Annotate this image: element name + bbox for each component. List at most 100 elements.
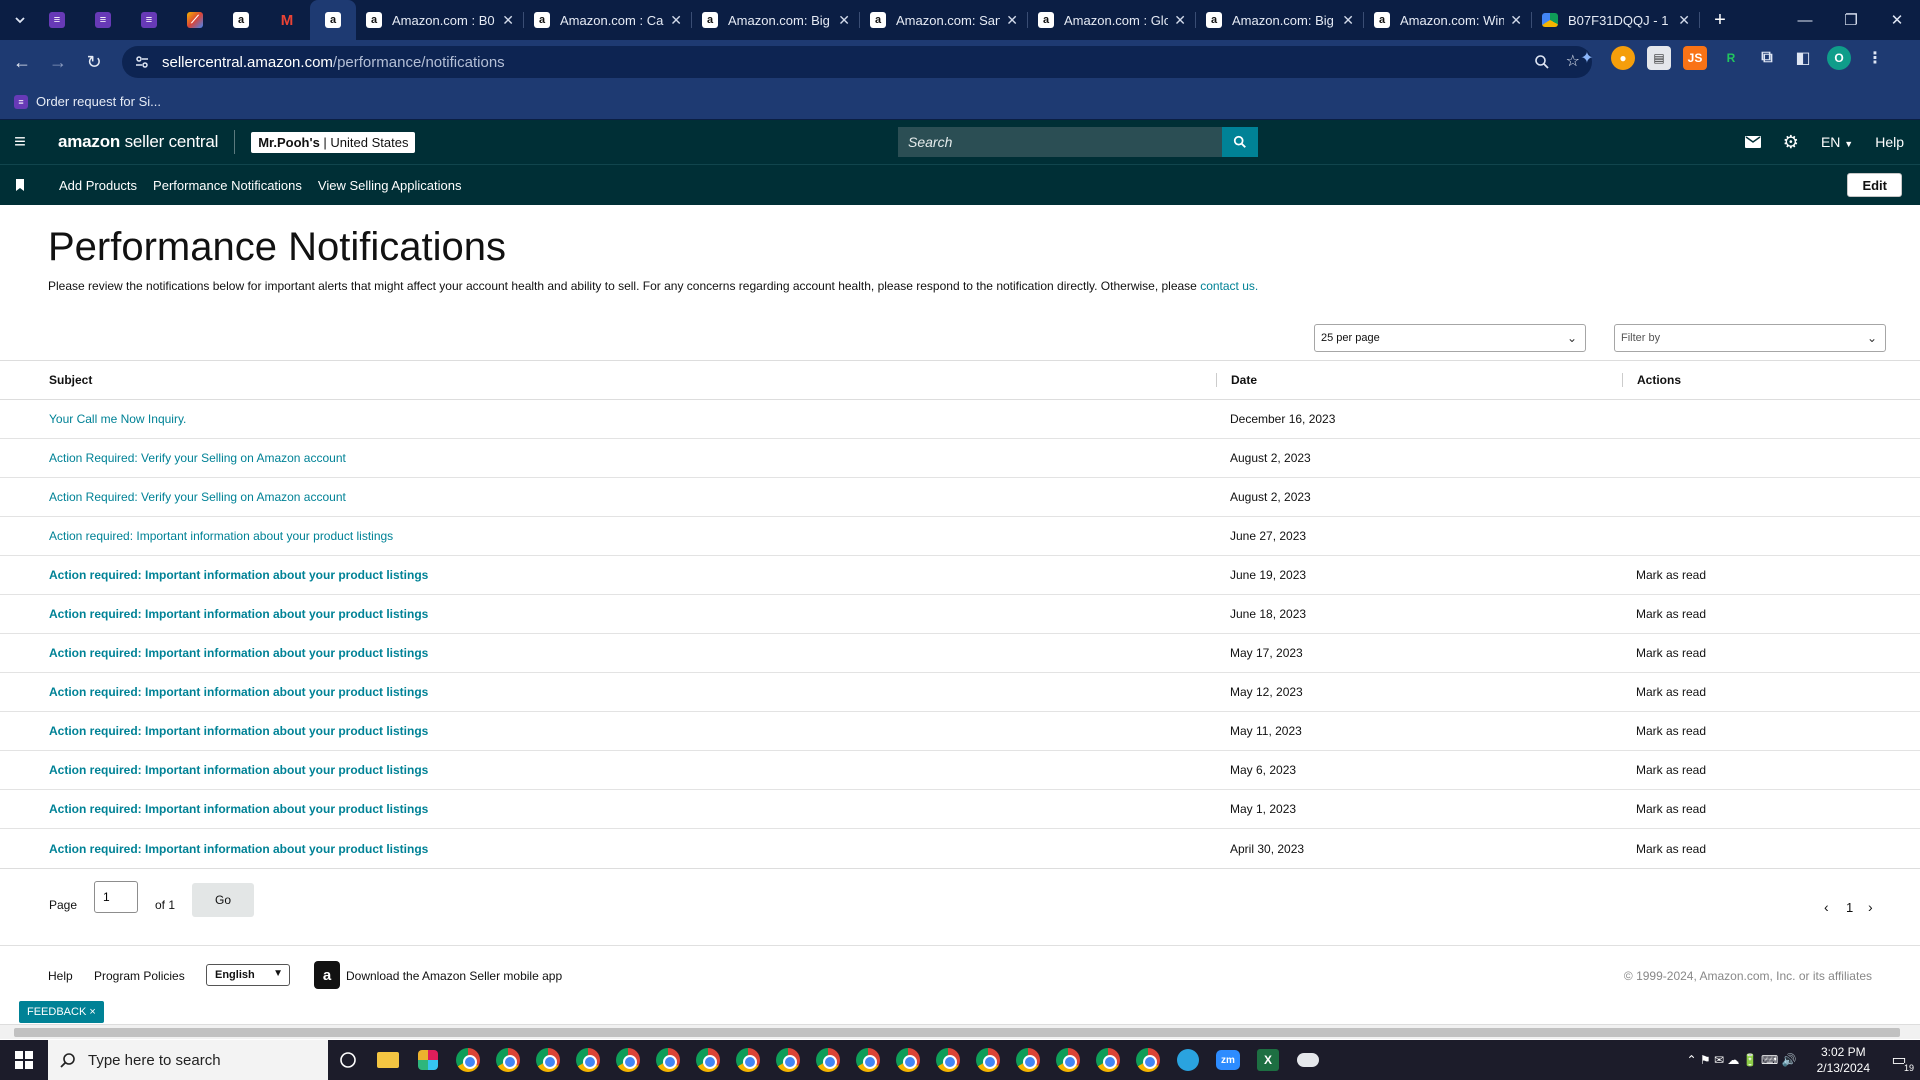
browser-tab[interactable]: a Amazon.com: San ✕ <box>860 0 1028 40</box>
browser-menu-icon[interactable]: ⋮ <box>1863 46 1887 70</box>
mark-as-read-link[interactable]: Mark as read <box>1636 802 1706 816</box>
taskbar-search[interactable]: Type here to search <box>48 1040 328 1080</box>
chrome-window-icon[interactable] <box>568 1040 608 1080</box>
browser-tab[interactable]: a Amazon.com: Win ✕ <box>1364 0 1532 40</box>
extension-orange-icon[interactable]: ● <box>1611 46 1635 70</box>
browser-tab[interactable]: a Amazon.com: Big ✕ <box>1196 0 1364 40</box>
mail-icon[interactable] <box>1744 136 1761 148</box>
side-panel-icon[interactable]: ◧ <box>1791 46 1815 70</box>
chrome-window-icon[interactable] <box>1048 1040 1088 1080</box>
filter-select[interactable]: Filter by ⌄ <box>1614 324 1886 352</box>
notifications-icon[interactable]: ▭ 19 <box>1884 1045 1914 1075</box>
site-settings-icon[interactable] <box>134 54 150 70</box>
pinned-tab-gmail[interactable]: M <box>264 0 310 40</box>
seller-search-input[interactable] <box>898 127 1222 157</box>
extension-js-icon[interactable]: JS <box>1683 46 1707 70</box>
contact-us-link[interactable]: contact us. <box>1200 279 1258 293</box>
zoom-app-icon[interactable]: zm <box>1208 1040 1248 1080</box>
chrome-window-icon[interactable] <box>768 1040 808 1080</box>
chrome-window-icon[interactable] <box>808 1040 848 1080</box>
close-tab-icon[interactable]: ✕ <box>1510 12 1522 29</box>
close-tab-icon[interactable]: ✕ <box>670 12 682 29</box>
chrome-window-icon[interactable] <box>528 1040 568 1080</box>
extensions-puzzle-icon[interactable]: ⧉ <box>1755 46 1779 70</box>
chrome-window-icon[interactable] <box>848 1040 888 1080</box>
bookmark-icon[interactable] <box>0 179 40 191</box>
telegram-icon[interactable] <box>1168 1040 1208 1080</box>
close-tab-icon[interactable]: ✕ <box>1342 12 1354 29</box>
chrome-window-icon[interactable] <box>488 1040 528 1080</box>
pinned-tab-tool[interactable]: ⟋ <box>172 0 218 40</box>
profile-avatar[interactable]: O <box>1827 46 1851 70</box>
seller-central-logo[interactable]: amazon seller central <box>58 132 218 152</box>
pinned-tab-seller-central-active[interactable]: a <box>310 0 356 40</box>
extension-puzzle-blue-icon[interactable]: ✦ <box>1575 46 1599 70</box>
windows-start-icon[interactable] <box>0 1040 48 1080</box>
nav-add-products[interactable]: Add Products <box>59 178 137 193</box>
nav-performance-notifications[interactable]: Performance Notifications <box>153 178 302 193</box>
browser-tab[interactable]: a Amazon.com : Glo ✕ <box>1028 0 1196 40</box>
header-subject[interactable]: Subject <box>0 373 1216 387</box>
forward-icon[interactable]: → <box>40 44 76 80</box>
notification-subject-link[interactable]: Action required: Important information a… <box>49 568 428 582</box>
footer-language-select[interactable]: English ▼ <box>206 964 290 986</box>
close-tab-icon[interactable]: ✕ <box>1174 12 1186 29</box>
header-date[interactable]: Date <box>1216 373 1622 387</box>
amazon-seller-app-icon[interactable]: a <box>314 961 340 989</box>
notification-subject-link[interactable]: Action required: Important information a… <box>49 842 428 856</box>
feedback-button[interactable]: FEEDBACK × <box>19 1001 104 1023</box>
chrome-window-icon[interactable] <box>888 1040 928 1080</box>
notification-subject-link[interactable]: Action Required: Verify your Selling on … <box>49 451 346 465</box>
pinned-tab-forms-2[interactable]: ≡ <box>80 0 126 40</box>
minimize-icon[interactable]: — <box>1782 0 1828 40</box>
scrollbar-thumb[interactable] <box>14 1028 1900 1037</box>
notification-subject-link[interactable]: Action required: Important information a… <box>49 802 428 816</box>
restore-icon[interactable]: ❐ <box>1828 0 1874 40</box>
slack-icon[interactable] <box>408 1040 448 1080</box>
edit-nav-button[interactable]: Edit <box>1847 173 1902 197</box>
chrome-window-icon[interactable] <box>968 1040 1008 1080</box>
close-tab-icon[interactable]: ✕ <box>1006 12 1018 29</box>
chrome-window-icon[interactable] <box>1008 1040 1048 1080</box>
notification-subject-link[interactable]: Action required: Important information a… <box>49 685 428 699</box>
notification-subject-link[interactable]: Action required: Important information a… <box>49 763 428 777</box>
browser-tab[interactable]: B07F31DQQJ - 1 ✕ <box>1532 0 1700 40</box>
chrome-window-icon[interactable] <box>448 1040 488 1080</box>
footer-program-policies-link[interactable]: Program Policies <box>94 969 185 983</box>
address-bar[interactable]: sellercentral.amazon.com/performance/not… <box>122 46 1592 78</box>
chrome-window-icon[interactable] <box>728 1040 768 1080</box>
close-window-icon[interactable]: ✕ <box>1874 0 1920 40</box>
close-tab-icon[interactable]: ✕ <box>502 12 514 29</box>
file-explorer-icon[interactable] <box>368 1040 408 1080</box>
go-button[interactable]: Go <box>192 883 254 917</box>
search-button[interactable] <box>1222 127 1258 157</box>
notification-subject-link[interactable]: Action Required: Verify your Selling on … <box>49 490 346 504</box>
task-view-icon[interactable] <box>328 1040 368 1080</box>
horizontal-scrollbar[interactable] <box>0 1024 1920 1039</box>
bookmark-order-request[interactable]: Order request for Si... <box>36 94 161 109</box>
mark-as-read-link[interactable]: Mark as read <box>1636 646 1706 660</box>
mark-as-read-link[interactable]: Mark as read <box>1636 724 1706 738</box>
excel-icon[interactable]: X <box>1248 1040 1288 1080</box>
mark-as-read-link[interactable]: Mark as read <box>1636 685 1706 699</box>
footer-help-link[interactable]: Help <box>48 969 73 983</box>
close-tab-icon[interactable]: ✕ <box>838 12 850 29</box>
taskbar-clock[interactable]: 3:02 PM 2/13/2024 <box>1817 1044 1870 1076</box>
notification-subject-link[interactable]: Action required: Important information a… <box>49 646 428 660</box>
mark-as-read-link[interactable]: Mark as read <box>1636 842 1706 856</box>
pinned-tab-forms-1[interactable]: ≡ <box>34 0 80 40</box>
chrome-window-icon[interactable] <box>648 1040 688 1080</box>
extension-image-icon[interactable]: ▤ <box>1647 46 1671 70</box>
weather-icon[interactable] <box>1288 1040 1328 1080</box>
zoom-icon[interactable] <box>1534 54 1550 70</box>
close-tab-icon[interactable]: ✕ <box>1678 12 1690 29</box>
page-number-input[interactable] <box>94 881 138 913</box>
mark-as-read-link[interactable]: Mark as read <box>1636 568 1706 582</box>
chrome-window-icon[interactable] <box>928 1040 968 1080</box>
language-selector[interactable]: EN ▼ <box>1821 134 1853 150</box>
chrome-window-icon[interactable] <box>688 1040 728 1080</box>
back-icon[interactable]: ← <box>4 44 40 80</box>
extension-r-icon[interactable]: R <box>1719 46 1743 70</box>
hamburger-menu-icon[interactable]: ≡ <box>0 120 40 164</box>
pinned-tab-amazon[interactable]: a <box>218 0 264 40</box>
